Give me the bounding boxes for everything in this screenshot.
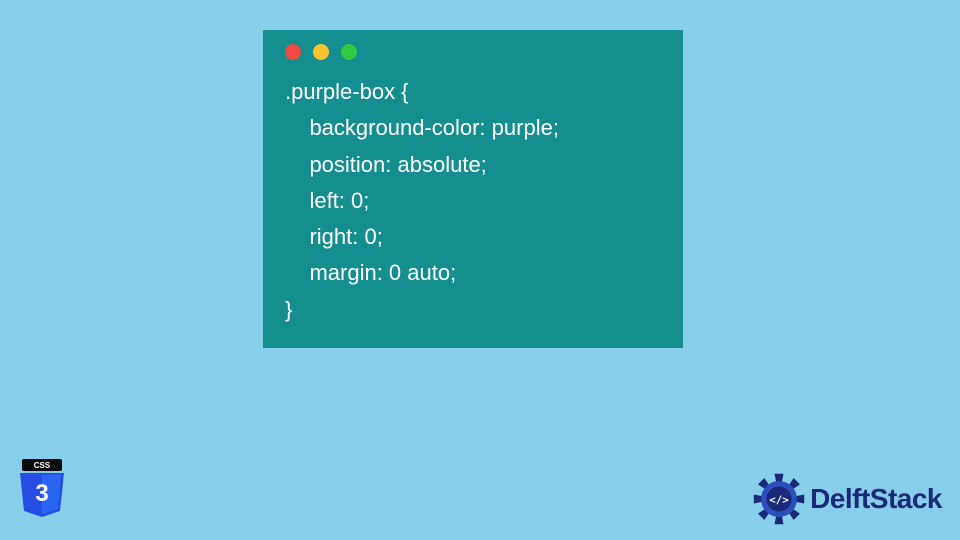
close-icon [285,44,301,60]
code-line: left: 0; [285,188,369,213]
gear-icon: </> [752,472,806,526]
code-line: } [285,297,292,322]
window-controls [281,44,665,60]
code-line: right: 0; [285,224,383,249]
code-block: .purple-box { background-color: purple; … [281,74,665,328]
code-line: margin: 0 auto; [285,260,456,285]
code-line: position: absolute; [285,152,487,177]
brand-logo: </> DelftStack [752,472,942,526]
css-badge-top: CSS [34,461,51,470]
minimize-icon [313,44,329,60]
maximize-icon [341,44,357,60]
code-window: .purple-box { background-color: purple; … [263,30,683,348]
css-badge-main: 3 [35,480,48,507]
css3-logo-icon: CSS 3 [18,459,66,524]
svg-text:</>: </> [769,494,789,507]
code-line: .purple-box { [285,79,409,104]
code-line: background-color: purple; [285,115,559,140]
brand-name: DelftStack [810,483,942,515]
